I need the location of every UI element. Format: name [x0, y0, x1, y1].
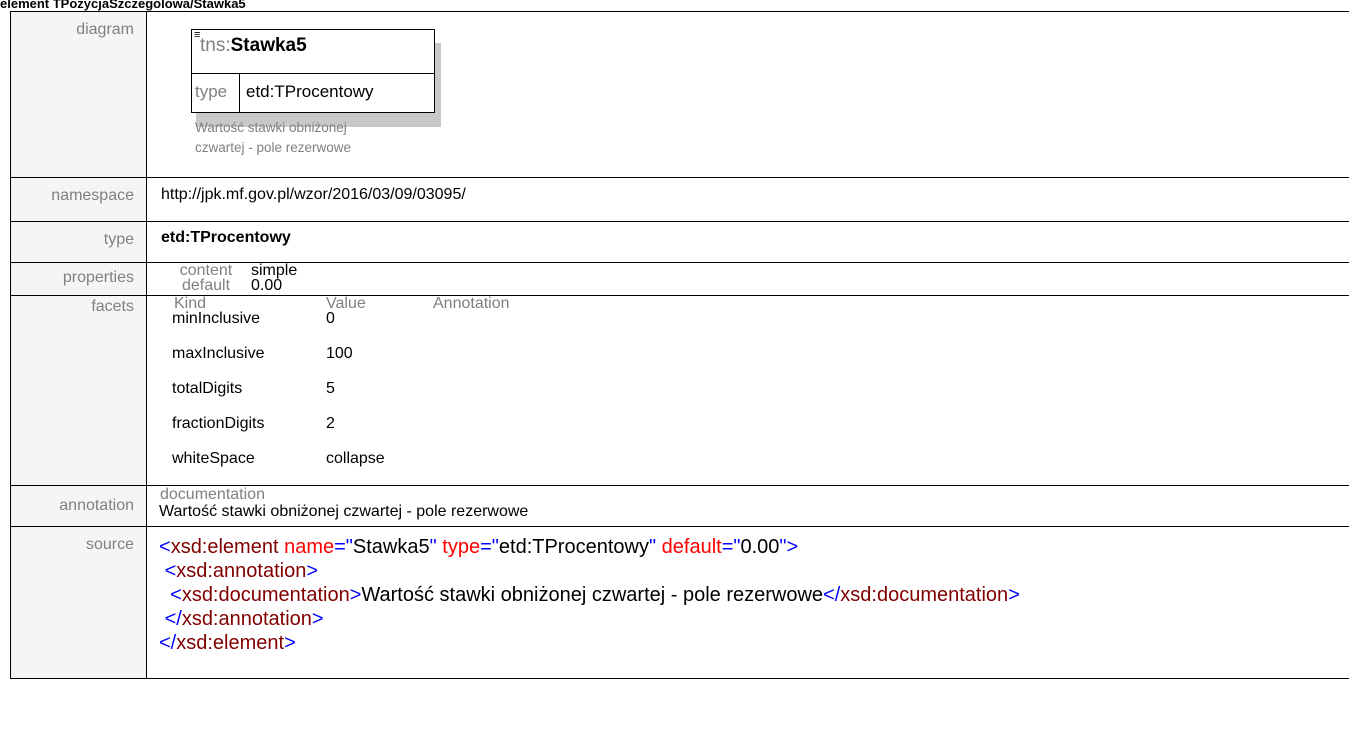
facets-row: facets Kind Value Annotation minInclusiv…: [10, 295, 1349, 486]
namespace-label: namespace: [10, 177, 147, 222]
facet-value: 0: [326, 310, 335, 327]
facet-value: 100: [326, 345, 353, 362]
namespace-row: namespace http://jpk.mf.gov.pl/wzor/2016…: [10, 177, 1349, 222]
element-diagram: ≡ tns:Stawka5 type etd:TProcentowy Warto…: [161, 12, 461, 162]
src-attr-default: default: [661, 536, 722, 558]
property-key: default: [181, 277, 231, 294]
annotation-label: annotation: [10, 485, 147, 527]
facet-value: 2: [326, 415, 335, 432]
diagram-label: diagram: [10, 11, 147, 178]
src-attr-type: type: [442, 536, 481, 558]
facet-kind: whiteSpace: [172, 450, 255, 467]
type-value[interactable]: etd:TProcentowy: [146, 221, 1349, 263]
element-node[interactable]: ≡ tns:Stawka5 type etd:TProcentowy: [191, 29, 435, 113]
property-row: default 0.00: [161, 278, 282, 294]
node-type-value: etd:TProcentowy: [246, 82, 374, 101]
source-line-1: <xsd:element name="Stawka5" type="etd:TP…: [159, 536, 799, 558]
src-attr-name: name: [284, 536, 335, 558]
source-line-4: </xsd:annotation>: [164, 608, 324, 630]
annotation-header: documentation: [160, 486, 265, 503]
source-cell: <xsd:element name="Stawka5" type="etd:TP…: [146, 526, 1349, 679]
facets-label: facets: [10, 295, 147, 486]
diagram-cell: ≡ tns:Stawka5 type etd:TProcentowy Warto…: [146, 11, 1349, 178]
source-line-5: </xsd:element>: [159, 632, 296, 654]
node-prefix: tns:: [200, 35, 231, 56]
src-documentation-close-tag: xsd:documentation: [840, 584, 1009, 606]
properties-label: properties: [10, 262, 147, 296]
annotation-row: annotation documentation Wartość stawki …: [10, 485, 1349, 527]
src-annotation-tag: xsd:annotation: [176, 560, 307, 582]
facet-kind: fractionDigits: [172, 415, 265, 432]
facet-value: 5: [326, 380, 335, 397]
property-value: 0.00: [251, 277, 283, 294]
src-annotation-close-tag: xsd:annotation: [181, 608, 312, 630]
source-line-2: <xsd:annotation>: [164, 560, 319, 582]
annotation-text: Wartość stawki obniżonej czwartej - pole…: [159, 503, 529, 520]
src-attr-type-value: etd:TProcentowy: [498, 536, 649, 558]
facets-header-annotation: Annotation: [433, 295, 510, 312]
facets-table: Kind Value Annotation minInclusive 0 max…: [147, 296, 1349, 485]
diagram-row: diagram ≡ tns:Stawka5 type etd:TProcento…: [10, 11, 1349, 178]
node-documentation: Wartość stawki obniżonej czwartej - pole…: [195, 118, 351, 158]
documentation-table: diagram ≡ tns:Stawka5 type etd:TProcento…: [10, 11, 1349, 679]
facet-kind: minInclusive: [172, 310, 261, 327]
properties-cell: content simple default 0.00: [146, 262, 1349, 296]
source-line-3: <xsd:documentation>Wartość stawki obniżo…: [170, 584, 1020, 606]
src-element-tag: xsd:element: [170, 536, 279, 558]
properties-row: properties content simple default 0.00: [10, 262, 1349, 296]
facets-cell: Kind Value Annotation minInclusive 0 max…: [146, 295, 1349, 486]
facet-kind: maxInclusive: [172, 345, 265, 362]
node-name: tns:Stawka5: [200, 35, 307, 57]
node-element-name: Stawka5: [230, 35, 307, 56]
source-label: source: [10, 526, 147, 679]
source-code: <xsd:element name="Stawka5" type="etd:TP…: [159, 527, 1349, 655]
src-element-close-tag: xsd:element: [176, 632, 285, 654]
node-type-row: type etd:TProcentowy: [192, 73, 434, 113]
type-label: type: [10, 221, 147, 263]
src-documentation-text: Wartość stawki obniżonej czwartej - pole…: [361, 584, 824, 606]
annotation-content: documentation Wartość stawki obniżonej c…: [147, 486, 1349, 526]
src-attr-name-value: Stawka5: [352, 536, 430, 558]
source-row: source <xsd:element name="Stawka5" type=…: [10, 526, 1349, 679]
properties-list: content simple default 0.00: [161, 263, 1349, 295]
src-documentation-tag: xsd:documentation: [181, 584, 350, 606]
node-doc-line1: Wartość stawki obniżonej: [195, 120, 347, 135]
annotation-cell: documentation Wartość stawki obniżonej c…: [146, 485, 1349, 527]
node-doc-line2: czwartej - pole rezerwowe: [195, 140, 352, 155]
namespace-value: http://jpk.mf.gov.pl/wzor/2016/03/09/030…: [146, 177, 1349, 222]
type-row: type etd:TProcentowy: [10, 221, 1349, 263]
facet-kind: totalDigits: [172, 380, 243, 397]
node-type-label: type: [192, 74, 240, 113]
facet-value: collapse: [326, 450, 385, 467]
src-attr-default-value: 0.00: [740, 536, 780, 558]
